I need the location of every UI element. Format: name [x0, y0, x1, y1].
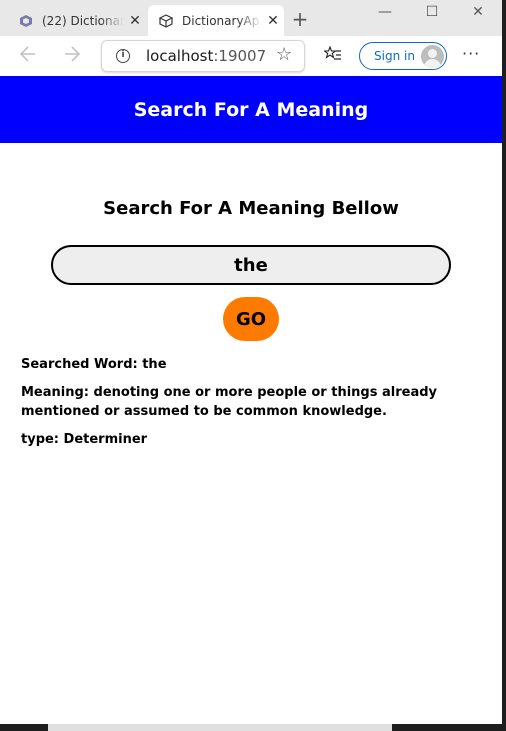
sign-in-button[interactable]: Sign in — [359, 42, 447, 70]
url-text: localhost:19007 — [146, 47, 267, 65]
type-text: type: Determiner — [21, 432, 148, 447]
forward-arrow-icon[interactable] — [60, 44, 84, 68]
page-content: Search For A Meaning Search For A Meanin… — [0, 76, 502, 724]
maximize-button[interactable]: ☐ — [409, 0, 455, 24]
more-icon[interactable]: ··· — [462, 44, 480, 63]
searched-word-text: Searched Word: the — [21, 357, 167, 372]
avatar-icon — [421, 45, 444, 68]
cube-icon — [158, 13, 174, 29]
tab-title: (22) Dictionar — [42, 13, 124, 28]
tab-dictionary-1[interactable]: (22) Dictionar ✕ — [8, 5, 146, 36]
tab-favicon-icon — [18, 13, 34, 29]
page-subtitle: Search For A Meaning Bellow — [103, 198, 399, 219]
close-window-button[interactable]: ✕ — [455, 0, 501, 24]
minimize-button[interactable]: — — [362, 0, 408, 24]
sign-in-label: Sign in — [374, 49, 415, 63]
tab-dictionary-app[interactable]: DictionaryAp ✕ — [148, 5, 284, 36]
result-panel: Searched Word: the Meaning: denoting one… — [21, 355, 481, 449]
tab-strip: (22) Dictionar ✕ DictionaryAp ✕ + — ☐ ✕ — [0, 0, 502, 36]
go-button[interactable]: GO — [223, 297, 279, 341]
favorites-icon[interactable] — [322, 45, 342, 66]
star-icon[interactable]: ☆ — [276, 44, 292, 65]
tab-title: DictionaryAp — [182, 13, 260, 28]
meaning-text: Meaning: denoting one or more people or … — [21, 385, 437, 419]
horizontal-scrollbar[interactable] — [48, 724, 392, 731]
info-icon[interactable]: i — [116, 49, 130, 63]
new-tab-button[interactable]: + — [288, 8, 312, 32]
tab-close-icon[interactable]: ✕ — [124, 13, 146, 29]
page-header: Search For A Meaning — [0, 76, 502, 143]
address-bar[interactable]: i localhost:19007 — [101, 40, 305, 72]
search-input[interactable] — [51, 245, 451, 285]
tab-close-icon[interactable]: ✕ — [262, 13, 284, 29]
back-arrow-icon[interactable] — [16, 44, 40, 68]
browser-window: (22) Dictionar ✕ DictionaryAp ✕ + — ☐ ✕ … — [0, 0, 502, 724]
